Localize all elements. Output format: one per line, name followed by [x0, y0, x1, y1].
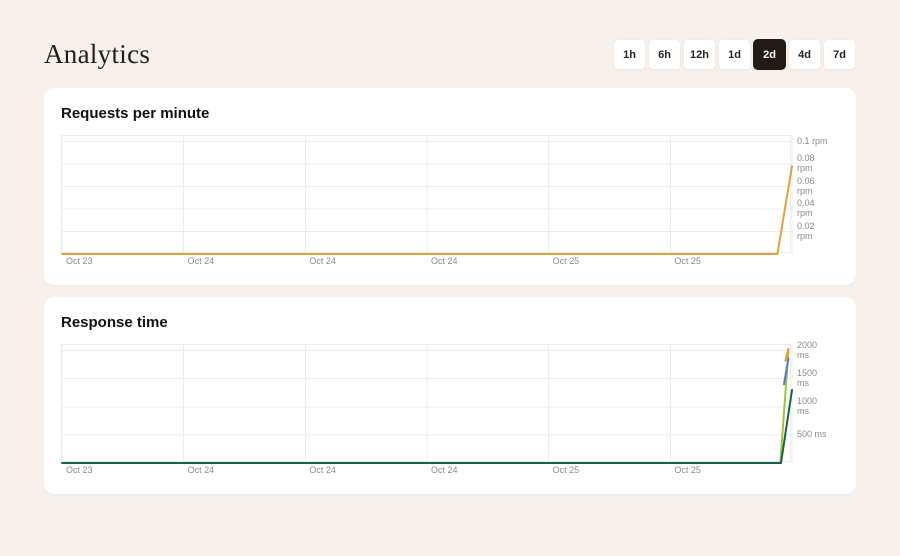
x-tick-label: Oct 24: [187, 256, 215, 266]
x-tick-label: Oct 25: [674, 256, 701, 266]
x-tick-label: Oct 24: [187, 465, 215, 475]
x-tick-label: Oct 24: [309, 256, 336, 266]
page-title: Analytics: [44, 39, 151, 69]
chart-canvas: [61, 136, 793, 255]
x-tick-label: Oct 24: [431, 465, 458, 475]
y-tick-label: 0.02 rpm: [797, 220, 815, 241]
time-range-button-1h[interactable]: 1h: [613, 39, 646, 70]
response-time-chart-card: Response time 2000 ms 1500 ms 1000 ms 500 ms O…: [44, 297, 856, 494]
chart-canvas: [61, 345, 793, 464]
time-range-selector: 1h 6h 12h 1d 2d 4d 7d: [613, 39, 856, 70]
x-tick-label: Oct 25: [552, 465, 580, 475]
requests-chart-x-axis: Oct 23 Oct 24 Oct 24 Oct 24 Oct 25 Oct 25: [61, 256, 791, 269]
y-tick-label: 1500 ms: [797, 367, 818, 388]
x-tick-label: Oct 23: [66, 256, 93, 266]
requests-chart-card: Requests per minute 0.1 rpm 0.08 rpm 0.06 rp…: [44, 88, 856, 285]
y-tick-label: 0.06 rpm: [797, 175, 815, 196]
requests-chart-y-axis: 0.1 rpm 0.08 rpm 0.06 rpm 0.04 rpm 0.02 rpm: [791, 135, 837, 253]
y-tick-label: 2000 ms: [797, 339, 818, 360]
response-time-chart: 2000 ms 1500 ms 1000 ms 500 ms Oct 23 Oct 24 Oct…: [61, 340, 839, 478]
requests-chart: 0.1 rpm 0.08 rpm 0.06 rpm 0.04 rpm 0.02 rpm Oct …: [61, 135, 839, 269]
time-range-button-2d[interactable]: 2d: [753, 39, 786, 70]
time-range-button-6h[interactable]: 6h: [648, 39, 681, 70]
page-header: Analytics 1h 6h 12h 1d 2d 4d 7d: [44, 0, 856, 72]
response-time-chart-plot: [61, 344, 793, 464]
response-time-chart-y-axis: 2000 ms 1500 ms 1000 ms 500 ms: [791, 340, 837, 462]
y-tick-label: 0.08 rpm: [797, 153, 815, 174]
time-range-button-12h[interactable]: 12h: [683, 39, 716, 70]
x-tick-label: Oct 25: [552, 256, 580, 266]
x-tick-label: Oct 24: [309, 465, 336, 475]
response-time-chart-title: Response time: [61, 314, 168, 331]
time-range-button-7d[interactable]: 7d: [823, 39, 856, 70]
y-tick-label: 0.1 rpm: [797, 135, 828, 146]
y-tick-label: 0.04 rpm: [797, 198, 815, 219]
requests-chart-plot: [61, 135, 793, 255]
time-range-button-1d[interactable]: 1d: [718, 39, 751, 70]
x-tick-label: Oct 25: [674, 465, 701, 475]
time-range-button-4d[interactable]: 4d: [788, 39, 821, 70]
response-time-chart-x-axis: Oct 23 Oct 24 Oct 24 Oct 24 Oct 25 Oct 25: [61, 465, 791, 478]
x-tick-label: Oct 23: [66, 465, 93, 475]
x-tick-label: Oct 24: [431, 256, 458, 266]
y-tick-label: 1000 ms: [797, 395, 818, 416]
requests-chart-title: Requests per minute: [61, 105, 210, 122]
y-tick-label: 500 ms: [797, 428, 827, 439]
